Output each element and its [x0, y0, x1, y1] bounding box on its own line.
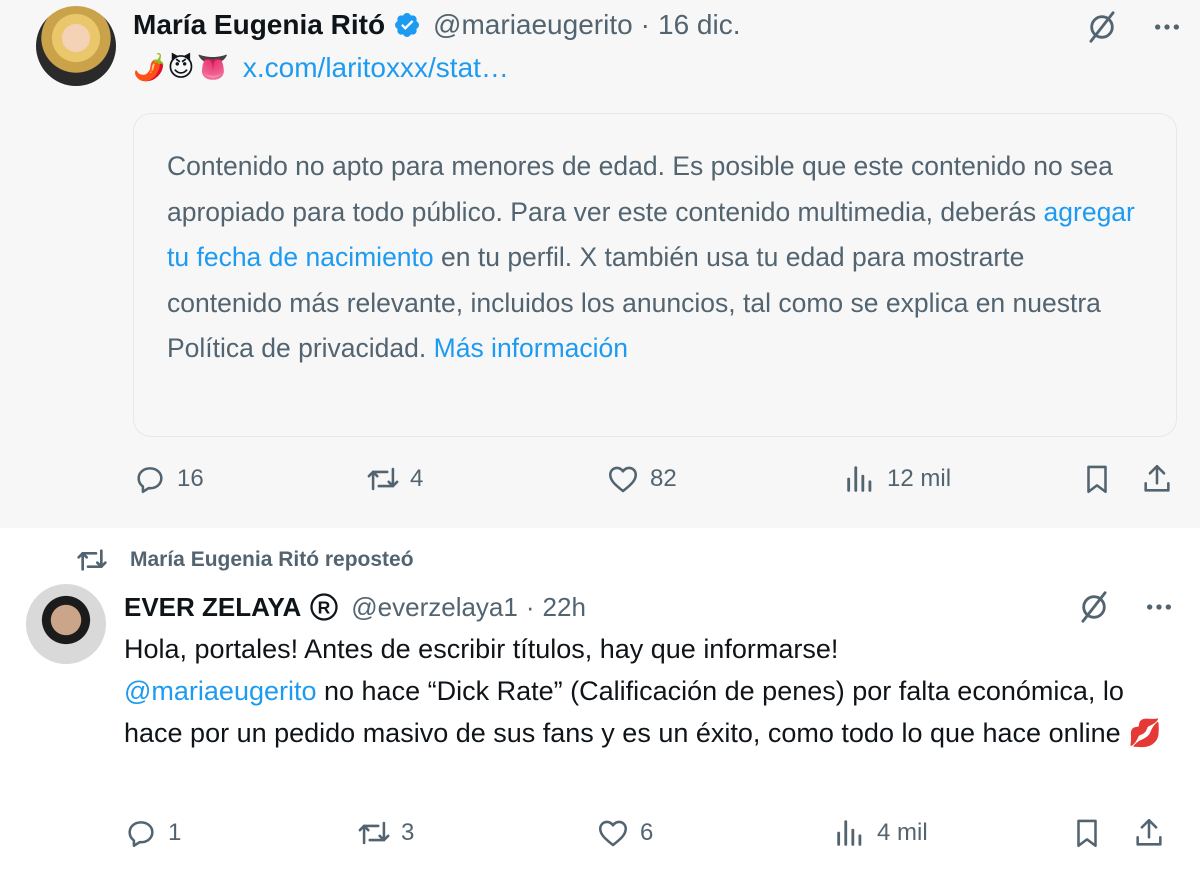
repost-button[interactable]: 4	[366, 462, 423, 496]
action-bar: 16 4 82 12 mil	[0, 462, 1200, 502]
display-name[interactable]: EVER ZELAYA	[124, 592, 301, 623]
views-count: 4 mil	[877, 819, 928, 846]
svg-text:R: R	[318, 597, 331, 617]
reply-icon	[137, 467, 163, 494]
handle[interactable]: @mariaeugerito	[433, 9, 633, 41]
tweet-top-actions	[1083, 8, 1183, 46]
avatar[interactable]	[36, 6, 116, 86]
share-button[interactable]	[1132, 816, 1166, 850]
repost-icon	[367, 467, 399, 491]
action-bar: 1 3 6 4 mil	[0, 816, 1200, 856]
repost-button[interactable]: 3	[357, 816, 414, 850]
tweet-card[interactable]: María Eugenia Ritó @mariaeugerito · 16 d…	[0, 0, 1200, 528]
chili-pepper-emoji: 🌶️	[133, 53, 166, 83]
repost-indicator: María Eugenia Ritó reposteó	[76, 544, 414, 576]
tweet-text-line1: Hola, portales! Antes de escribir título…	[124, 634, 839, 664]
repost-count: 3	[401, 819, 415, 846]
reply-button[interactable]: 1	[124, 816, 181, 850]
repost-icon	[77, 549, 107, 571]
share-icon	[1136, 818, 1162, 846]
like-count: 6	[640, 819, 654, 846]
warning-text: Contenido no apto para menores de edad. …	[167, 151, 1113, 227]
reply-icon	[128, 821, 154, 848]
more-options-icon[interactable]	[1151, 11, 1183, 43]
separator: ·	[525, 591, 535, 622]
tweet-text: 🌶️ 😈 👅 x.com/laritoxxx/stat…	[133, 52, 509, 84]
heart-icon	[608, 466, 638, 493]
share-button[interactable]	[1140, 462, 1174, 496]
heart-icon	[598, 820, 628, 847]
repost-by-label[interactable]: María Eugenia Ritó reposteó	[130, 548, 414, 572]
sensitive-media-warning: Contenido no apto para menores de edad. …	[133, 113, 1177, 437]
devil-emoji: 😈	[167, 53, 195, 83]
reply-count: 16	[177, 465, 204, 492]
views-button[interactable]: 4 mil	[833, 816, 928, 850]
bookmark-icon	[1087, 465, 1107, 494]
analytics-icon	[847, 466, 872, 492]
more-options-icon[interactable]	[1143, 591, 1175, 623]
display-name[interactable]: María Eugenia Ritó	[133, 9, 385, 41]
tweet-top-actions	[1075, 588, 1175, 626]
avatar[interactable]	[26, 584, 106, 664]
share-icon	[1144, 464, 1170, 492]
registered-badge-icon: R	[310, 593, 338, 621]
grok-icon[interactable]	[1083, 8, 1121, 46]
like-button[interactable]: 6	[596, 816, 653, 850]
tweet-link[interactable]: x.com/laritoxxx/stat…	[243, 52, 509, 84]
bookmark-button[interactable]	[1080, 462, 1114, 496]
tweet-text: Hola, portales! Antes de escribir título…	[124, 628, 1174, 755]
bookmark-icon	[1077, 819, 1097, 848]
repost-count: 4	[410, 465, 424, 492]
tongue-emoji: 👅	[196, 53, 229, 83]
separator: ·	[640, 9, 650, 40]
views-count: 12 mil	[887, 465, 952, 492]
reply-count: 1	[168, 819, 182, 846]
tweet-header: EVER ZELAYA R @everzelaya1 · 22h	[124, 590, 586, 624]
kiss-emoji: 💋	[1128, 718, 1162, 749]
tweet-header: María Eugenia Ritó @mariaeugerito · 16 d…	[133, 8, 741, 42]
bookmark-button[interactable]	[1070, 816, 1104, 850]
timestamp[interactable]: 16 dic.	[658, 9, 741, 41]
more-info-link[interactable]: Más información	[434, 333, 628, 363]
like-button[interactable]: 82	[606, 462, 677, 496]
verified-badge-icon	[395, 13, 420, 37]
grok-icon[interactable]	[1075, 588, 1113, 626]
repost-icon	[358, 821, 390, 845]
views-button[interactable]: 12 mil	[843, 462, 951, 496]
mention-link[interactable]: @mariaeugerito	[124, 676, 317, 706]
tweet-card[interactable]: María Eugenia Ritó reposteó EVER ZELAYA …	[0, 528, 1200, 877]
handle[interactable]: @everzelaya1	[351, 592, 518, 623]
analytics-icon	[837, 820, 862, 846]
like-count: 82	[650, 465, 677, 492]
timestamp[interactable]: 22h	[543, 592, 586, 623]
reply-button[interactable]: 16	[133, 462, 204, 496]
